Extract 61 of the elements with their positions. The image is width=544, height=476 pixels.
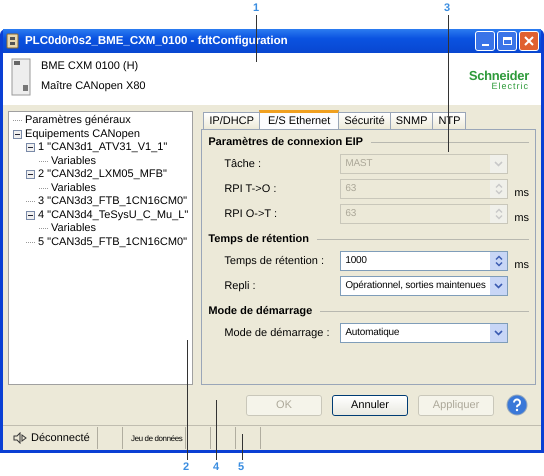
close-button[interactable]: [519, 31, 539, 51]
tab[interactable]: Sécurité: [338, 112, 391, 129]
tree-item[interactable]: Paramètres généraux: [25, 114, 131, 128]
status-text: Jeu de données: [131, 434, 182, 442]
tab[interactable]: IP/DHCP: [203, 112, 260, 129]
spin-field[interactable]: 1000: [340, 250, 508, 270]
leader-line: [216, 400, 217, 460]
help-icon[interactable]: [506, 394, 528, 416]
leader-line: [256, 15, 257, 62]
callout-number: 5: [238, 461, 244, 473]
tree-item[interactable]: 3 "CAN3d3_FTB_1CN16CM0": [38, 195, 188, 208]
field-label: Mode de démarrage :: [224, 326, 330, 338]
collapse-toggle[interactable]: [26, 210, 35, 220]
tree-item[interactable]: 2 "CAN3d2_LXM05_MFB": [38, 168, 167, 182]
maximize-button[interactable]: [497, 31, 517, 51]
tree-item[interactable]: Equipements CANopen: [25, 128, 140, 141]
collapse-toggle[interactable]: [26, 143, 35, 152]
section-title: Paramètres de connexion EIP: [208, 136, 363, 148]
chevron-down-icon: [494, 330, 504, 336]
field-label: Repli :: [224, 280, 257, 292]
tree-item[interactable]: 1 "CAN3d1_ATV31_V1_1": [38, 141, 168, 154]
status-text: Déconnecté: [31, 432, 90, 444]
tree-item[interactable]: Variables: [51, 222, 96, 236]
section-title: Temps de rétention: [208, 233, 309, 245]
spin-arrows-icon: [494, 254, 503, 266]
callout-number: 3: [444, 2, 450, 14]
spin-arrows-icon: [494, 182, 503, 194]
callout-number: 1: [253, 2, 260, 14]
dropdown[interactable]: Automatique: [340, 322, 508, 342]
module-icon: [5, 33, 21, 49]
field-label: RPI T->O :: [224, 182, 278, 194]
unit-label: ms: [514, 187, 529, 199]
leader-line: [242, 434, 243, 460]
tree-item[interactable]: 4 "CAN3d4_TeSysU_C_Mu_L": [38, 208, 188, 222]
section-title: Mode de démarrage: [208, 305, 312, 317]
minimize-button[interactable]: [475, 31, 495, 51]
tab[interactable]: SNMP: [390, 112, 434, 129]
device-name: BME CXM 0100 (H): [41, 60, 140, 72]
spin-arrows-icon: [494, 208, 503, 220]
field-label: RPI O->T :: [224, 208, 278, 220]
callout-number: 2: [183, 461, 190, 473]
field-label: Temps de rétention :: [224, 254, 325, 266]
unit-label: ms: [514, 212, 529, 224]
collapse-toggle[interactable]: [13, 130, 22, 139]
chevron-down-icon: [494, 282, 504, 288]
close-icon: [524, 36, 534, 46]
tree-item[interactable]: Variables: [51, 154, 96, 168]
field-label: Tâche :: [224, 158, 262, 170]
module-icon: [11, 57, 33, 97]
logo-text: Schneider: [468, 69, 529, 82]
chevron-down-icon: [494, 160, 504, 166]
tab[interactable]: E/S Ethernet: [258, 110, 340, 129]
device-description: Maître CANopen X80: [41, 80, 147, 92]
dialog-button[interactable]: Annuler: [332, 394, 408, 416]
callout-number: 4: [213, 461, 220, 473]
collapse-toggle[interactable]: [26, 170, 35, 180]
tree-item[interactable]: Variables: [51, 182, 96, 195]
logo-text: Electric: [491, 82, 529, 91]
tree-item[interactable]: 5 "CAN3d5_FTB_1CN16CM0": [38, 236, 188, 249]
dropdown[interactable]: Opérationnel, sorties maintenues: [340, 276, 508, 296]
unit-label: ms: [514, 259, 529, 271]
